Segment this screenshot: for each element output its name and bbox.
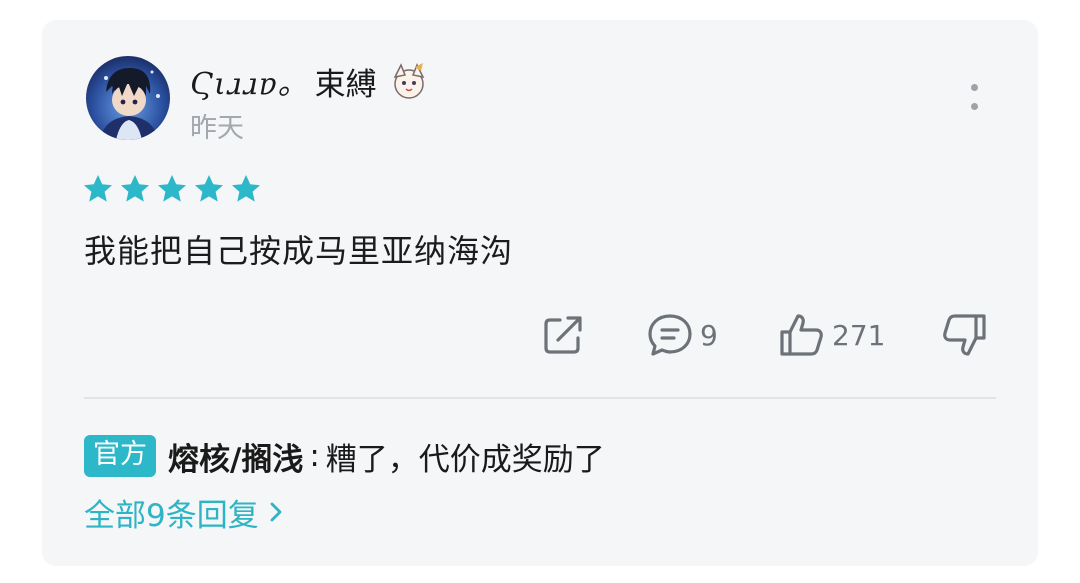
comment-icon (648, 314, 692, 356)
star-rating (82, 173, 262, 205)
star-icon (195, 175, 223, 202)
more-dot (971, 103, 978, 110)
reply-author[interactable]: 熔核/搁浅 (168, 434, 303, 479)
sticker-icon (393, 63, 425, 99)
user-name[interactable]: Ϛιɹɹɐ。 束縛 (190, 56, 431, 106)
official-reply[interactable]: 官方 熔核/搁浅 : 糟了，代价成奖励了 (84, 434, 605, 478)
reply-count: 9 (700, 318, 718, 352)
divider (84, 397, 996, 399)
view-all-replies-link[interactable]: 全部9条回复 (84, 490, 283, 534)
reply-separator: : (309, 438, 320, 474)
star-icon (84, 175, 112, 202)
comment-text: 我能把自己按成马里亚纳海沟 (84, 232, 514, 270)
comment-button[interactable]: 9 (646, 312, 718, 358)
star-icon (121, 175, 149, 202)
star-icon (232, 175, 260, 202)
more-vertical-icon (971, 84, 978, 91)
chevron-right-icon (270, 502, 282, 522)
comment-card: Ϛιɹɹɐ。 束縛 昨天 我能把自己按成马里亚纳海沟 9 271 官方 熔核/搁… (42, 20, 1038, 566)
avatar[interactable] (86, 56, 170, 140)
share-icon (544, 316, 582, 354)
dislike-button[interactable] (940, 312, 988, 358)
user-name-script: Ϛιɹɹɐ。 (190, 67, 309, 102)
star-icon (158, 175, 186, 202)
official-badge: 官方 (84, 435, 156, 477)
post-time: 昨天 (190, 113, 244, 144)
user-name-cn: 束縛 (314, 66, 377, 103)
view-all-replies-label: 全部9条回复 (84, 497, 259, 534)
thumbs-up-icon (780, 314, 823, 356)
reply-text: 糟了，代价成奖励了 (325, 441, 605, 478)
like-button[interactable]: 271 (778, 312, 885, 358)
like-count: 271 (832, 318, 886, 352)
more-options-button[interactable] (960, 78, 990, 118)
share-button[interactable] (540, 312, 586, 358)
thumbs-down-icon (943, 314, 986, 356)
